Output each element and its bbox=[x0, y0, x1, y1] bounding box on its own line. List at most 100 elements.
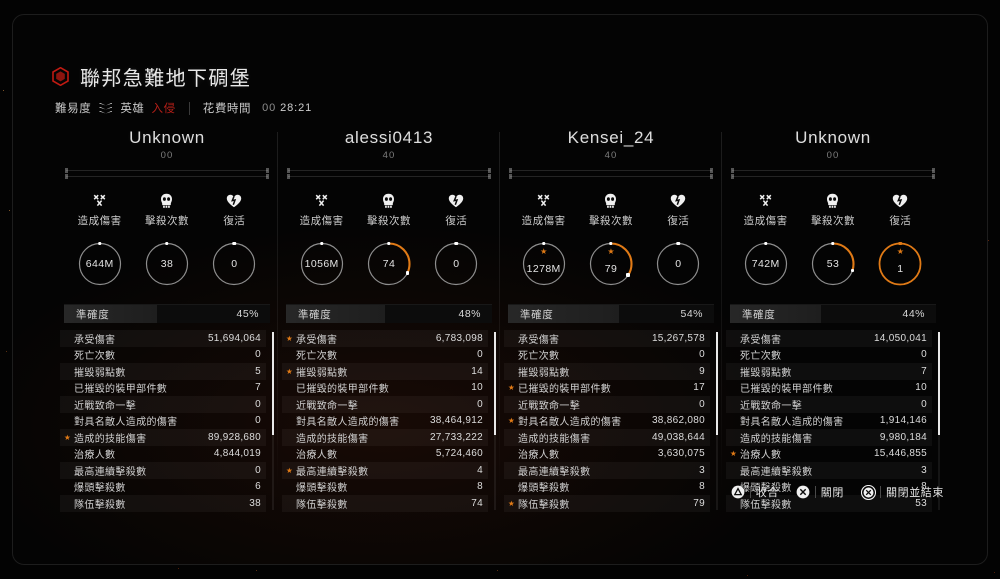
stat-name: 治療人數 bbox=[296, 450, 338, 462]
player-level: 00 bbox=[826, 150, 840, 161]
stat-name: 承受傷害 bbox=[74, 334, 116, 346]
stats-list[interactable]: 承受傷害 15,267,578 死亡次數 0 摧毀弱點數 9 ★ 已摧毀的裝甲部件數 17 近戰致… bbox=[504, 330, 718, 512]
difficulty-label: 難易度 bbox=[55, 103, 92, 115]
gauge-damage: 造成傷害 ★ 1278M bbox=[513, 192, 575, 288]
table-row: 承受傷害 15,267,578 bbox=[504, 330, 710, 347]
header-rule bbox=[287, 174, 491, 179]
stat-value: 1,914,146 bbox=[879, 415, 927, 427]
time-value: 00 28:21 bbox=[262, 102, 313, 114]
stat-value: 0 bbox=[477, 398, 483, 410]
stat-value: 0 bbox=[699, 398, 705, 410]
stat-value: 10 bbox=[471, 382, 483, 394]
player-column: Kensei_24 40 造成傷害 ★ 1278M 擊殺次數 ★ 79 復活 0 準確度 54% 承受傷… bbox=[499, 126, 722, 512]
stat-value: 7 bbox=[921, 365, 927, 377]
close-button-label: 關閉 bbox=[820, 487, 844, 499]
stat-star-icon: ★ bbox=[64, 432, 72, 442]
stats-scrollbar[interactable] bbox=[272, 332, 274, 510]
gauge-value: 74 bbox=[382, 258, 396, 270]
stat-name: 承受傷害 bbox=[296, 334, 338, 346]
stat-value: 0 bbox=[255, 398, 261, 410]
kills-icon bbox=[802, 192, 864, 209]
table-row: 造成的技能傷害 9,980,184 bbox=[726, 429, 932, 446]
stat-value: 6 bbox=[255, 481, 261, 493]
stat-value: 74 bbox=[471, 497, 483, 509]
stat-value: 9,980,184 bbox=[879, 431, 927, 443]
stat-value: 38 bbox=[249, 497, 261, 509]
gauge-label: 造成傷害 bbox=[77, 215, 122, 227]
close-button[interactable]: 關閉 bbox=[796, 484, 844, 500]
accuracy-bar: 準確度 45% bbox=[64, 304, 270, 323]
stat-star-icon: ★ bbox=[286, 366, 294, 376]
cross-circle-ring-icon bbox=[860, 484, 877, 501]
stats-scrollbar[interactable] bbox=[716, 332, 718, 510]
meta-divider bbox=[188, 101, 190, 115]
gauge-label: 復活 bbox=[667, 215, 690, 227]
stats-scrollbar[interactable] bbox=[938, 332, 940, 510]
accuracy-value: 45% bbox=[236, 308, 259, 320]
close-and-end-button[interactable]: 關閉並結束 bbox=[860, 484, 944, 501]
time-label: 花費時間 bbox=[202, 103, 252, 115]
gauge-value: 0 bbox=[453, 258, 460, 270]
stat-value: 3 bbox=[921, 464, 927, 476]
gauge-kills: 擊殺次數 ★ 79 bbox=[580, 192, 642, 288]
player-column: Unknown 00 造成傷害 742M 擊殺次數 53 復活 ★ 1 準確度 44% 承受傷害 14,… bbox=[721, 126, 944, 512]
stat-name: 爆頭擊殺數 bbox=[296, 483, 348, 495]
gauge-revives: 復活 ★ 1 bbox=[869, 192, 931, 288]
stats-list[interactable]: 承受傷害 51,694,064 死亡次數 0 摧毀弱點數 5 已摧毀的裝甲部件數 7 近戰致命一… bbox=[60, 330, 274, 512]
stats-scrollbar[interactable] bbox=[494, 332, 496, 510]
stat-value: 0 bbox=[921, 349, 927, 361]
stat-value: 14 bbox=[471, 365, 483, 377]
header-rule bbox=[731, 174, 935, 179]
stat-name: 死亡次數 bbox=[74, 351, 116, 363]
table-row: 隊伍擊殺數 74 bbox=[282, 495, 488, 512]
gauge-value: 1 bbox=[897, 262, 904, 275]
table-row: ★ 治療人數 15,446,855 bbox=[726, 446, 932, 463]
kills-icon bbox=[136, 192, 198, 209]
table-row: 對具名敵人造成的傷害 38,464,912 bbox=[282, 413, 488, 430]
footer-actions: 收合 關閉 關閉並結束 bbox=[731, 484, 944, 501]
damage-icon bbox=[69, 192, 131, 209]
stat-name: 對具名敵人造成的傷害 bbox=[74, 417, 178, 429]
kills-icon bbox=[358, 192, 420, 209]
revives-icon bbox=[869, 192, 931, 209]
stat-name: 死亡次數 bbox=[740, 351, 782, 363]
stat-name: 最高連續擊殺數 bbox=[740, 466, 813, 478]
player-column: Unknown 00 造成傷害 644M 擊殺次數 38 復活 0 準確度 45% 承受傷害 51,6… bbox=[56, 126, 278, 512]
gauge-revives: 復活 0 bbox=[203, 192, 265, 288]
header-rule bbox=[287, 168, 491, 173]
gauge-value: 0 bbox=[675, 258, 682, 270]
gauge-value: 742M bbox=[751, 258, 780, 270]
accuracy-bar: 準確度 44% bbox=[730, 304, 936, 323]
gauge-kills: 擊殺次數 74 bbox=[358, 192, 420, 288]
difficulty-value: 英雄 bbox=[120, 103, 145, 115]
gauge-ring: 1056M bbox=[298, 240, 346, 288]
table-row: 爆頭擊殺數 8 bbox=[282, 479, 488, 496]
player-gauges: 造成傷害 644M 擊殺次數 38 復活 0 bbox=[60, 192, 274, 288]
player-gauges: 造成傷害 742M 擊殺次數 53 復活 ★ 1 bbox=[726, 192, 940, 288]
table-row: 對具名敵人造成的傷害 0 bbox=[60, 413, 266, 430]
gauge-ring: 742M bbox=[742, 240, 790, 288]
stat-name: 近戰致命一擊 bbox=[296, 400, 359, 412]
gauge-revives: 復活 0 bbox=[647, 192, 709, 288]
stat-name: 已摧毀的裝甲部件數 bbox=[740, 384, 834, 396]
table-row: 摧毀弱點數 9 bbox=[504, 363, 710, 380]
table-row: 近戰致命一擊 0 bbox=[282, 396, 488, 413]
stat-name: 摧毀弱點數 bbox=[740, 367, 792, 379]
accuracy-label: 準確度 bbox=[76, 308, 110, 321]
gauge-ring: 0 bbox=[432, 240, 480, 288]
stat-value: 14,050,041 bbox=[873, 332, 927, 344]
header-rule bbox=[731, 168, 935, 173]
table-row: 隊伍擊殺數 38 bbox=[60, 495, 266, 512]
gauge-label: 造成傷害 bbox=[299, 215, 344, 227]
table-row: ★ 造成的技能傷害 89,928,680 bbox=[60, 429, 266, 446]
gauge-damage: 造成傷害 1056M bbox=[291, 192, 353, 288]
stat-name: 摧毀弱點數 bbox=[518, 367, 570, 379]
stat-name: 摧毀弱點數 bbox=[74, 367, 126, 379]
stat-value: 4,844,019 bbox=[213, 448, 261, 460]
stats-list[interactable]: ★ 承受傷害 6,783,098 死亡次數 0 ★ 摧毀弱點數 14 已摧毀的裝甲部件數 10 近戰… bbox=[282, 330, 496, 512]
gauge-ring: 53 bbox=[809, 240, 857, 288]
header-rule bbox=[509, 168, 713, 173]
table-row: 最高連續擊殺數 0 bbox=[60, 462, 266, 479]
stat-name: 最高連續擊殺數 bbox=[296, 466, 369, 478]
collapse-button[interactable]: 收合 bbox=[731, 484, 779, 500]
